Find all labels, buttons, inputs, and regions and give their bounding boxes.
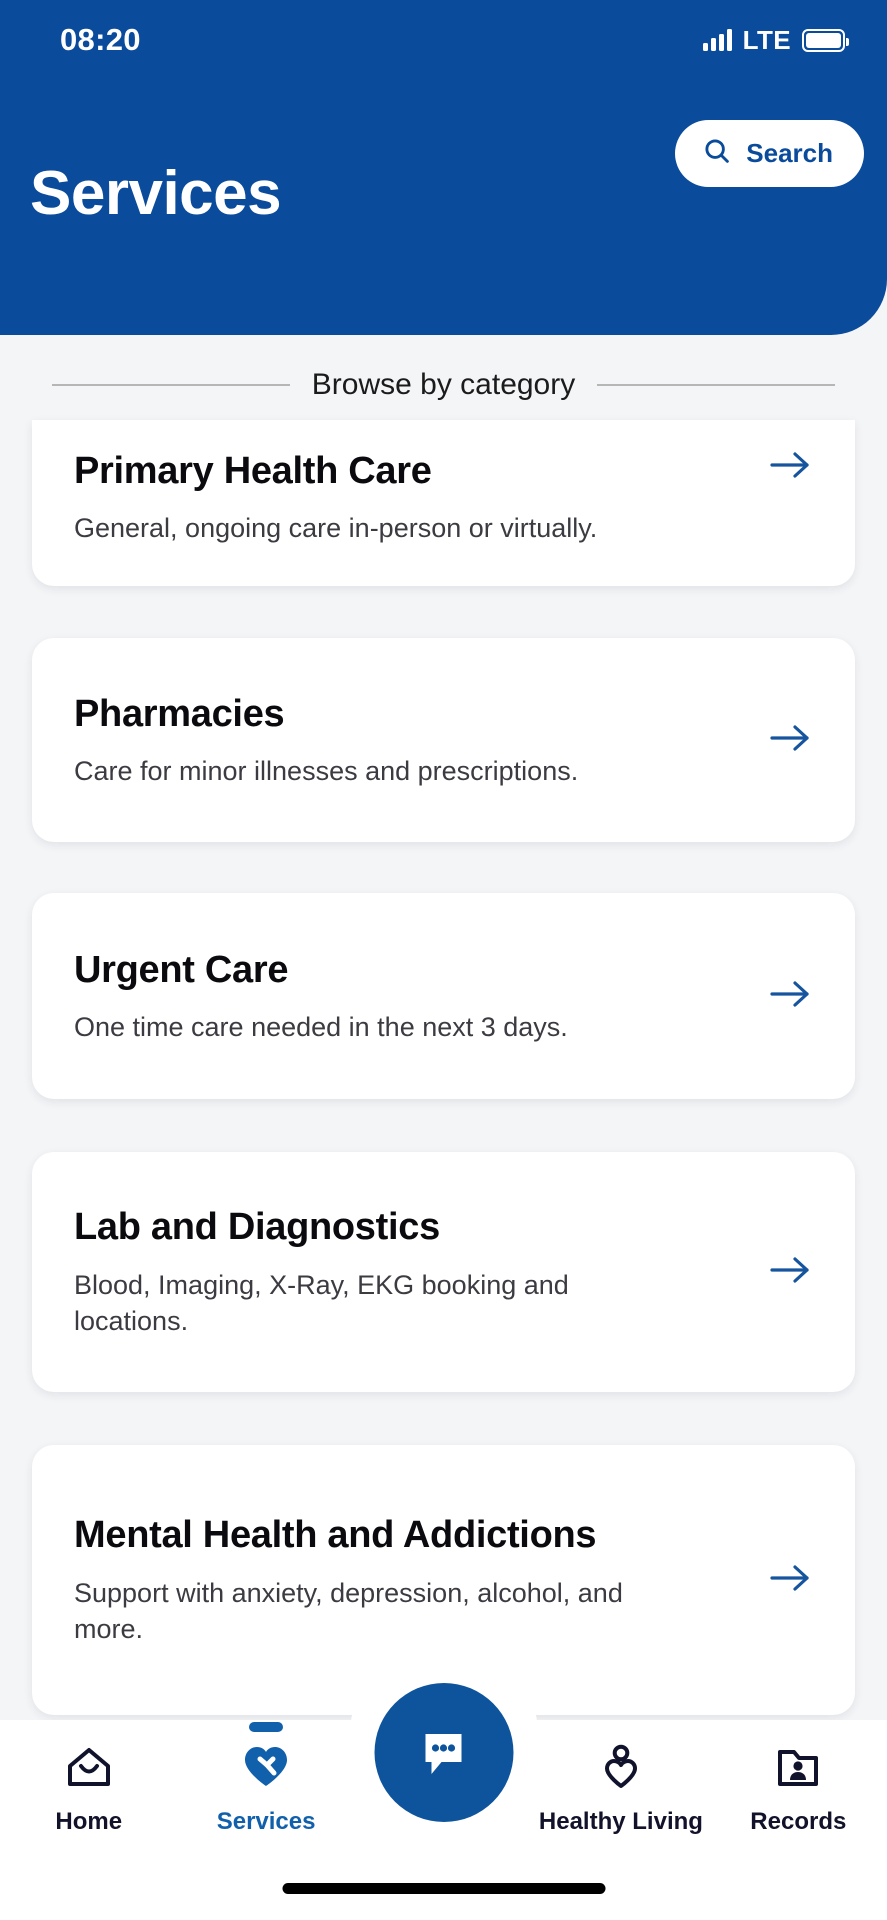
status-indicators: LTE: [702, 24, 849, 56]
home-indicator-bar: [282, 1883, 605, 1894]
search-button[interactable]: Search: [675, 120, 864, 187]
nav-item-label: Healthy Living: [538, 1808, 703, 1835]
divider-rule-left: [52, 384, 290, 386]
category-card-description: Care for minor illnesses and prescriptio…: [74, 755, 579, 786]
arrow-right-icon[interactable]: [769, 721, 813, 760]
folder-person-icon: [772, 1742, 824, 1797]
category-card-description: Support with anxiety, depression, alcoho…: [74, 1577, 623, 1645]
fab-slot: [355, 1683, 532, 1858]
arrow-right-icon[interactable]: [769, 1561, 813, 1600]
bottom-nav-items: Home Services Healthy Living Records: [0, 1683, 887, 1858]
search-icon: [702, 136, 732, 171]
browse-by-category-label: Browse by category: [311, 368, 576, 401]
heart-services-icon: [240, 1742, 292, 1797]
bottom-navigation-bar: Home Services Healthy Living Records: [0, 1668, 887, 1920]
home-icon: [63, 1742, 115, 1797]
app-header: 08:20 LTE Search Services: [0, 0, 887, 335]
category-card-primary-health-care[interactable]: Primary Health Care General, ongoing car…: [32, 420, 855, 586]
category-card-title: Primary Health Care: [74, 450, 432, 492]
arrow-right-icon[interactable]: [769, 1253, 813, 1292]
search-button-label: Search: [746, 138, 833, 168]
category-card-description: One time care needed in the next 3 days.: [74, 1011, 568, 1042]
person-heart-icon: [595, 1742, 647, 1797]
category-card-description: Blood, Imaging, X-Ray, EKG booking and l…: [74, 1269, 569, 1337]
nav-item-label: Records: [750, 1808, 847, 1835]
page-title: Services: [30, 159, 282, 228]
status-time: 08:20: [60, 22, 141, 57]
battery-full-icon: [802, 28, 849, 52]
arrow-right-icon[interactable]: [769, 448, 813, 487]
browse-by-category-divider: Browse by category: [0, 355, 887, 415]
nav-item-label: Home: [55, 1808, 123, 1835]
network-type-label: LTE: [742, 24, 791, 55]
category-card-description: General, ongoing care in-person or virtu…: [74, 513, 598, 544]
nav-item-services[interactable]: Services: [177, 1720, 354, 1858]
signal-bars-icon: [702, 29, 732, 51]
category-card-title: Mental Health and Addictions: [74, 1514, 597, 1557]
nav-item-records[interactable]: Records: [710, 1720, 887, 1858]
nav-item-healthy-living[interactable]: Healthy Living: [532, 1720, 709, 1858]
chat-bubble-icon: [412, 1718, 476, 1787]
active-tab-indicator: [249, 1722, 284, 1732]
nav-item-home[interactable]: Home: [0, 1720, 177, 1858]
category-card-title: Urgent Care: [74, 948, 289, 991]
category-card-lab-and-diagnostics[interactable]: Lab and Diagnostics Blood, Imaging, X-Ra…: [32, 1152, 855, 1392]
category-list[interactable]: Primary Health Care General, ongoing car…: [0, 415, 887, 1720]
divider-rule-right: [597, 384, 836, 386]
chat-fab-button[interactable]: [374, 1683, 514, 1822]
nav-item-label: Services: [216, 1808, 316, 1835]
arrow-right-icon[interactable]: [769, 977, 813, 1016]
category-card-title: Lab and Diagnostics: [74, 1206, 440, 1249]
category-card-pharmacies[interactable]: Pharmacies Care for minor illnesses and …: [32, 638, 855, 842]
category-card-urgent-care[interactable]: Urgent Care One time care needed in the …: [32, 893, 855, 1099]
status-bar: 08:20 LTE: [0, 0, 887, 80]
category-card-title: Pharmacies: [74, 692, 285, 735]
